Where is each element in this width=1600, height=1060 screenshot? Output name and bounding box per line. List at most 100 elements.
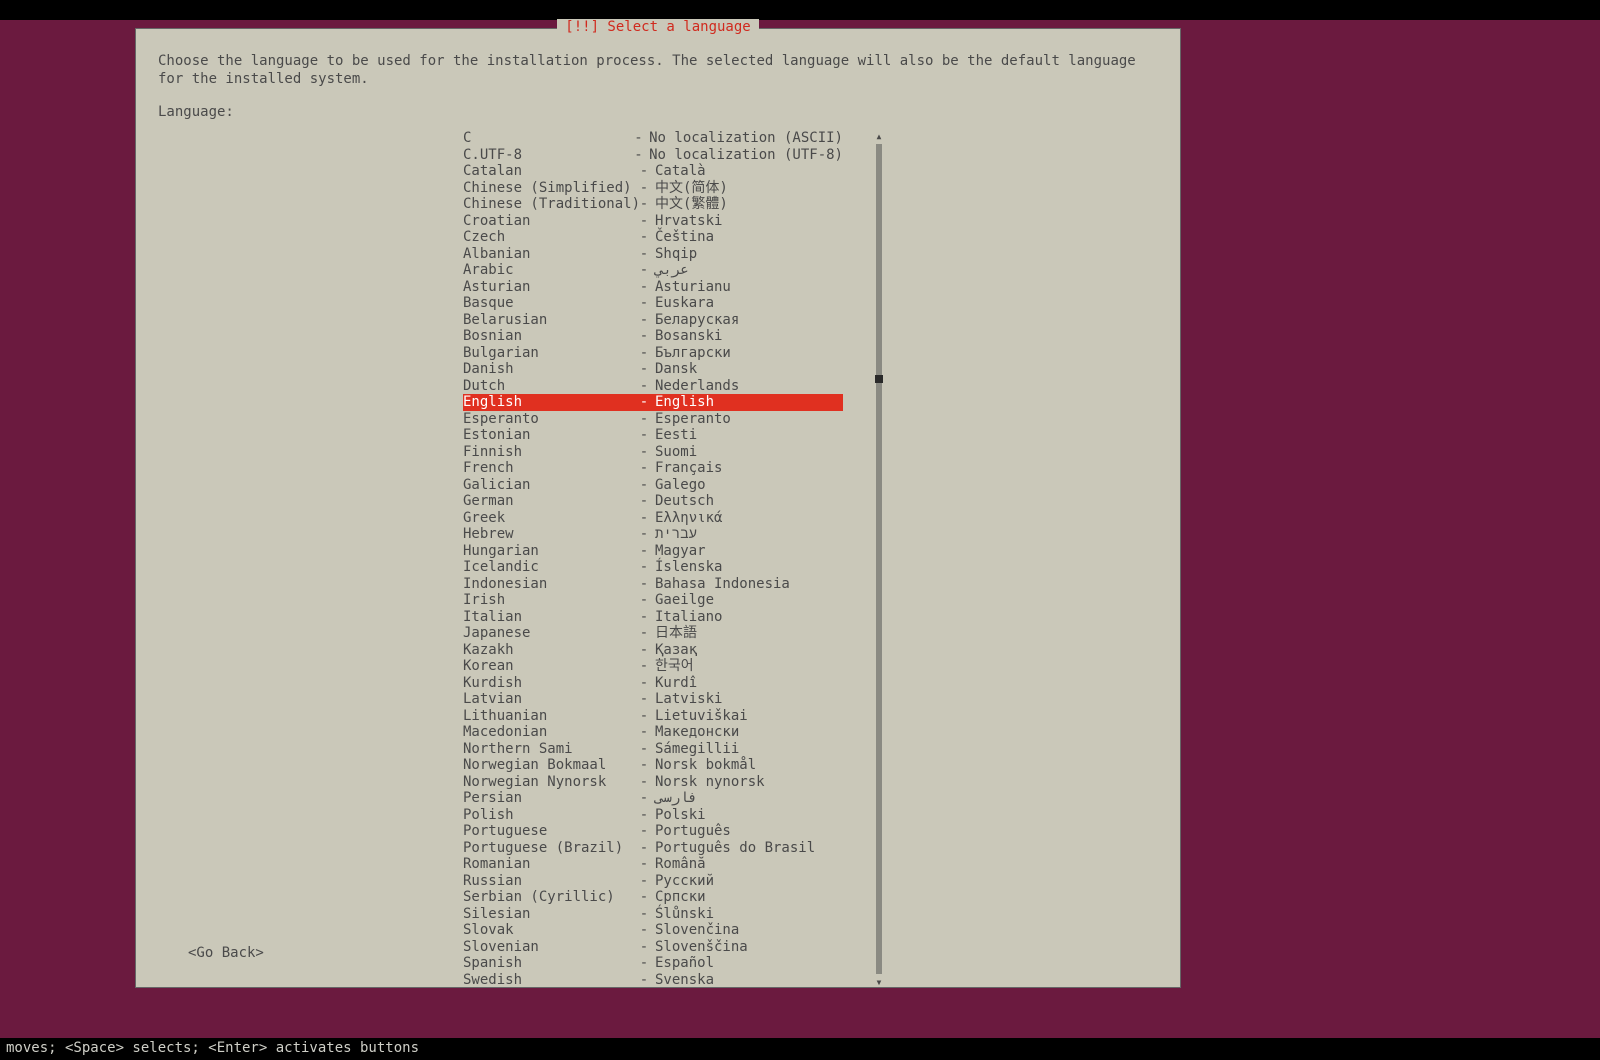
language-option[interactable]: Russian-Русский — [463, 873, 843, 890]
language-option[interactable]: Bulgarian-Български — [463, 345, 843, 362]
language-native: Nederlands — [655, 378, 843, 395]
language-option[interactable]: Hebrew-עברית — [463, 526, 843, 543]
language-option[interactable]: Chinese (Traditional)-中文(繁體) — [463, 196, 843, 213]
separator: - — [633, 642, 655, 659]
language-name: Catalan — [463, 163, 633, 180]
language-option[interactable]: Romanian-Română — [463, 856, 843, 873]
language-option[interactable]: C-No localization (ASCII) — [463, 130, 843, 147]
language-option[interactable]: English-English — [463, 394, 843, 411]
language-option[interactable]: Swedish-Svenska — [463, 972, 843, 989]
language-option[interactable]: Dutch-Nederlands — [463, 378, 843, 395]
language-option[interactable]: Northern Sami-Sámegillii — [463, 741, 843, 758]
language-option[interactable]: Norwegian Nynorsk-Norsk nynorsk — [463, 774, 843, 791]
language-option[interactable]: Estonian-Eesti — [463, 427, 843, 444]
language-option[interactable]: Esperanto-Esperanto — [463, 411, 843, 428]
language-native: Esperanto — [655, 411, 843, 428]
language-option[interactable]: Slovak-Slovenčina — [463, 922, 843, 939]
language-native: Euskara — [655, 295, 843, 312]
separator: - — [633, 592, 655, 609]
language-option[interactable]: Slovenian-Slovenščina — [463, 939, 843, 956]
separator: - — [633, 675, 655, 692]
separator: - — [633, 444, 655, 461]
separator: - — [633, 543, 655, 560]
language-name: Russian — [463, 873, 633, 890]
language-name: Hebrew — [463, 526, 633, 543]
footer-hint: moves; <Space> selects; <Enter> activate… — [0, 1038, 1600, 1060]
language-option[interactable]: Finnish-Suomi — [463, 444, 843, 461]
separator: - — [633, 658, 655, 675]
language-option[interactable]: Asturian-Asturianu — [463, 279, 843, 296]
language-option[interactable]: French-Français — [463, 460, 843, 477]
language-native: 日本語 — [655, 625, 843, 642]
scroll-track[interactable] — [876, 144, 882, 974]
separator: - — [633, 625, 655, 642]
scroll-down-icon[interactable]: ▾ — [873, 976, 885, 988]
separator: - — [633, 774, 655, 791]
language-option[interactable]: Lithuanian-Lietuviškai — [463, 708, 843, 725]
language-option[interactable]: Croatian-Hrvatski — [463, 213, 843, 230]
language-option[interactable]: C.UTF-8-No localization (UTF-8) — [463, 147, 843, 164]
language-option[interactable]: Italian-Italiano — [463, 609, 843, 626]
language-option[interactable]: Bosnian-Bosanski — [463, 328, 843, 345]
language-name: Persian — [463, 790, 633, 807]
language-name: Slovenian — [463, 939, 633, 956]
language-native: Norsk bokmål — [655, 757, 843, 774]
language-option[interactable]: Basque-Euskara — [463, 295, 843, 312]
go-back-button[interactable]: <Go Back> — [188, 945, 264, 961]
language-option[interactable]: Silesian-Ślůnski — [463, 906, 843, 923]
language-option[interactable]: Czech-Čeština — [463, 229, 843, 246]
language-name: C — [463, 130, 628, 147]
scrollbar[interactable]: ▴ ▾ — [875, 130, 883, 988]
separator: - — [633, 394, 655, 411]
language-option[interactable]: Latvian-Latviski — [463, 691, 843, 708]
language-name: C.UTF-8 — [463, 147, 628, 164]
separator: - — [633, 840, 655, 857]
language-option[interactable]: Danish-Dansk — [463, 361, 843, 378]
language-name: Slovak — [463, 922, 633, 939]
language-list[interactable]: C-No localization (ASCII)C.UTF-8-No loca… — [463, 130, 843, 988]
language-native: Íslenska — [655, 559, 843, 576]
separator: - — [633, 807, 655, 824]
language-option[interactable]: Macedonian-Македонски — [463, 724, 843, 741]
separator: - — [633, 460, 655, 477]
scroll-thumb[interactable] — [875, 375, 883, 383]
language-name: Portuguese — [463, 823, 633, 840]
language-option[interactable]: Kazakh-Қазақ — [463, 642, 843, 659]
separator: - — [633, 741, 655, 758]
language-native: Asturianu — [655, 279, 843, 296]
language-option[interactable]: Japanese-日本語 — [463, 625, 843, 642]
language-name: Basque — [463, 295, 633, 312]
separator: - — [633, 378, 655, 395]
language-option[interactable]: Icelandic-Íslenska — [463, 559, 843, 576]
language-option[interactable]: Norwegian Bokmaal-Norsk bokmål — [463, 757, 843, 774]
language-native: Eesti — [655, 427, 843, 444]
language-option[interactable]: Kurdish-Kurdî — [463, 675, 843, 692]
language-native: English — [655, 394, 843, 411]
language-name: Portuguese (Brazil) — [463, 840, 633, 857]
language-option[interactable]: Serbian (Cyrillic)-Српски — [463, 889, 843, 906]
language-native: No localization (UTF-8) — [649, 147, 843, 164]
scroll-up-icon[interactable]: ▴ — [873, 130, 885, 142]
language-option[interactable]: Arabic-عربي — [463, 262, 843, 279]
language-option[interactable]: Spanish-Español — [463, 955, 843, 972]
language-option[interactable]: Persian-فارسی — [463, 790, 843, 807]
language-option[interactable]: Galician-Galego — [463, 477, 843, 494]
language-option[interactable]: Catalan-Català — [463, 163, 843, 180]
separator: - — [633, 328, 655, 345]
language-option[interactable]: Korean-한국어 — [463, 658, 843, 675]
language-option[interactable]: Chinese (Simplified)-中文(简体) — [463, 180, 843, 197]
separator: - — [633, 609, 655, 626]
language-option[interactable]: Irish-Gaeilge — [463, 592, 843, 609]
language-name: Spanish — [463, 955, 633, 972]
language-option[interactable]: Greek-Ελληνικά — [463, 510, 843, 527]
language-option[interactable]: Belarusian-Беларуская — [463, 312, 843, 329]
language-option[interactable]: Portuguese-Português — [463, 823, 843, 840]
language-option[interactable]: German-Deutsch — [463, 493, 843, 510]
separator: - — [633, 691, 655, 708]
language-option[interactable]: Portuguese (Brazil)-Português do Brasil — [463, 840, 843, 857]
language-option[interactable]: Hungarian-Magyar — [463, 543, 843, 560]
language-option[interactable]: Indonesian-Bahasa Indonesia — [463, 576, 843, 593]
language-option[interactable]: Albanian-Shqip — [463, 246, 843, 263]
separator: - — [633, 180, 655, 197]
language-option[interactable]: Polish-Polski — [463, 807, 843, 824]
